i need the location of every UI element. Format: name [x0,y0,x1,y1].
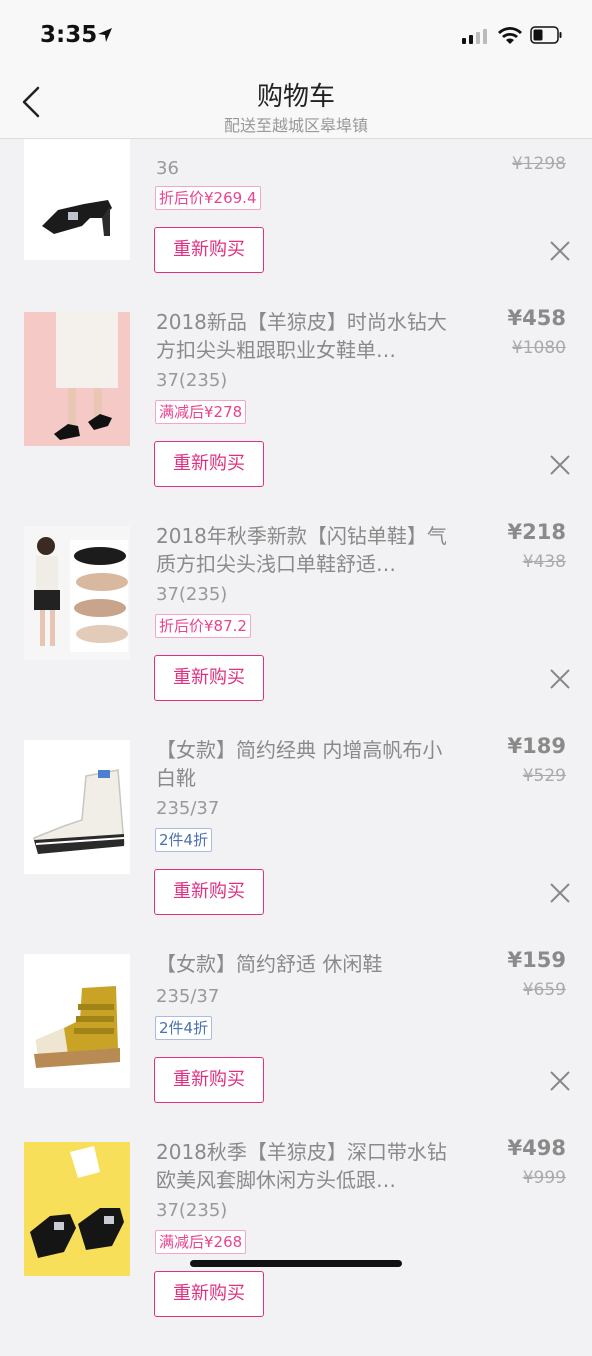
nav-bar: 购物车 配送至越城区皋埠镇 [0,68,592,139]
discount-tag: 2件4折 [155,828,213,852]
woman-and-flats-image [24,526,130,660]
current-price: ¥498 [507,1136,566,1160]
delete-icon[interactable] [548,239,572,263]
item-spec: 37(235) [156,584,228,605]
black-pump-image [24,126,130,260]
location-arrow-icon [98,28,112,42]
product-image[interactable] [24,526,130,660]
rebuy-button[interactable]: 重新购买 [154,1057,264,1103]
product-image[interactable] [24,312,130,446]
discount-tag: 满减后¥268 [155,1230,247,1254]
current-price: ¥218 [507,520,566,544]
cell-signal-icon [462,28,490,44]
product-name[interactable]: 2018年秋季新款【闪钻单鞋】气质方扣尖头浅口单鞋舒适… [156,522,456,578]
original-price: ¥1298 [511,154,566,174]
rebuy-button[interactable]: 重新购买 [154,227,264,273]
product-image[interactable] [24,126,130,260]
current-price: ¥458 [507,306,566,330]
pink-background-shoe-image [24,312,130,446]
page-title: 购物车 [256,82,335,112]
cart-item: 【女款】简约经典 内增高帆布小白靴 ¥189 ¥529 235/37 2件4折 … [0,734,592,954]
delete-icon[interactable] [548,1069,572,1093]
product-image[interactable] [24,740,130,874]
wifi-icon [498,27,522,44]
yellow-sneaker-image [24,954,130,1088]
original-price: ¥999 [522,1168,566,1188]
cart-item: 2018年秋季新款【闪钻单鞋】气质方扣尖头浅口单鞋舒适… ¥218 ¥438 3… [0,520,592,740]
product-image[interactable] [24,954,130,1088]
original-price: ¥659 [522,980,566,1000]
status-bar: 3:35 [0,0,592,68]
battery-icon [530,26,562,44]
item-spec: 235/37 [156,798,220,819]
black-loafer-image [24,1142,130,1276]
white-canvas-boot-image [24,740,130,874]
delete-icon[interactable] [548,453,572,477]
rebuy-button[interactable]: 重新购买 [154,441,264,487]
item-spec: 37(235) [156,1200,228,1221]
cart-item: 2018秋季【羊猄皮】深口带水钻欧美风套脚休闲方头低跟… ¥498 ¥999 3… [0,1136,592,1356]
current-price: ¥159 [507,948,566,972]
current-price: ¥189 [507,734,566,758]
discount-tag: 2件4折 [155,1016,213,1040]
rebuy-button[interactable]: 重新购买 [154,869,264,915]
cart-item: 【女款】简约舒适 休闲鞋 ¥159 ¥659 235/37 2件4折 重新购买 [0,948,592,1168]
discount-tag: 折后价¥269.4 [155,186,261,210]
discount-tag: 折后价¥87.2 [155,614,251,638]
discount-tag: 满减后¥278 [155,400,247,424]
item-spec: 235/37 [156,986,220,1007]
product-image[interactable] [24,1142,130,1276]
rebuy-button[interactable]: 重新购买 [154,1271,264,1317]
original-price: ¥438 [522,552,566,572]
product-name[interactable]: 2018新品【羊猄皮】时尚水钻大方扣尖头粗跟职业女鞋单… [156,308,456,364]
product-name[interactable]: 【女款】简约经典 内增高帆布小白靴 [156,736,456,792]
home-indicator[interactable] [190,1260,402,1267]
rebuy-button[interactable]: 重新购买 [154,655,264,701]
item-spec: 37(235) [156,370,228,391]
delete-icon[interactable] [548,881,572,905]
original-price: ¥529 [522,766,566,786]
product-name[interactable]: 2018秋季【羊猄皮】深口带水钻欧美风套脚休闲方头低跟… [156,1138,456,1194]
original-price: ¥1080 [511,338,566,358]
delete-icon[interactable] [548,667,572,691]
delivery-address[interactable]: 配送至越城区皋埠镇 [0,112,592,136]
status-time: 3:35 [40,22,98,48]
item-spec: 36 [156,158,179,179]
cart-item: 2018新品【羊猄皮】时尚水钻大方扣尖头粗跟职业女鞋单… ¥458 ¥1080 … [0,306,592,526]
